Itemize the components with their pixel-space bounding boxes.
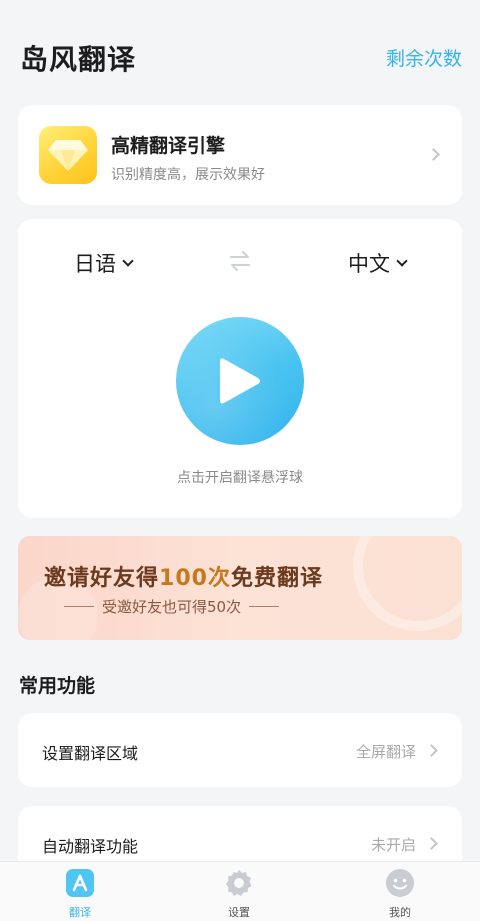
tab-label: 我的 [389,906,411,919]
engine-subtitle: 识别精度高，展示效果好 [111,167,265,183]
smile-icon [385,868,415,898]
chevron-right-icon [427,148,440,161]
row-value: 全屏翻译 [355,743,416,761]
target-language-label: 中文 [348,252,390,276]
gear-icon [224,868,254,898]
row-label: 自动翻译功能 [42,837,139,856]
translate-icon [65,868,95,898]
tab-translate[interactable]: 翻译 [35,868,125,920]
source-language-label: 日语 [74,252,116,276]
chevron-right-icon [425,837,438,850]
row-label: 设置翻译区域 [42,744,139,763]
engine-title: 高精翻译引擎 [111,135,226,157]
play-icon [220,358,260,404]
remaining-count-link[interactable]: 剩余次数 [386,44,462,71]
swap-languages-icon[interactable] [229,251,251,275]
chevron-down-icon [122,254,134,267]
tab-mine[interactable]: 我的 [355,868,445,920]
tab-label: 翻译 [69,906,91,919]
set-translate-area-row[interactable]: 设置翻译区域 全屏翻译 [18,713,462,787]
banner-title: 邀请好友得100次免费翻译 [44,566,323,591]
translate-card: 日语 中文 点击开启翻译悬浮球 [18,219,462,518]
float-ball-hint: 点击开启翻译悬浮球 [177,470,303,486]
start-float-ball-button[interactable] [176,317,304,445]
diamond-icon [39,126,97,184]
banner-subtitle: 受邀好友也可得50次 [56,596,287,617]
target-language-select[interactable]: 中文 [348,248,408,278]
row-value: 未开启 [370,836,416,854]
features-title: 常用功能 [19,675,96,697]
app-title: 岛风翻译 [20,43,137,76]
source-language-select[interactable]: 日语 [74,248,134,278]
tab-settings[interactable]: 设置 [194,868,284,920]
engine-card[interactable]: 高精翻译引擎 识别精度高，展示效果好 [18,105,462,205]
tab-label: 设置 [228,906,250,919]
invite-banner[interactable]: 邀请好友得100次免费翻译 受邀好友也可得50次 [18,536,462,640]
header: 岛风翻译 剩余次数 [0,0,480,100]
bottom-tab-bar: 翻译 设置 我的 [0,861,480,921]
chevron-right-icon [425,744,438,757]
chevron-down-icon [396,254,408,267]
